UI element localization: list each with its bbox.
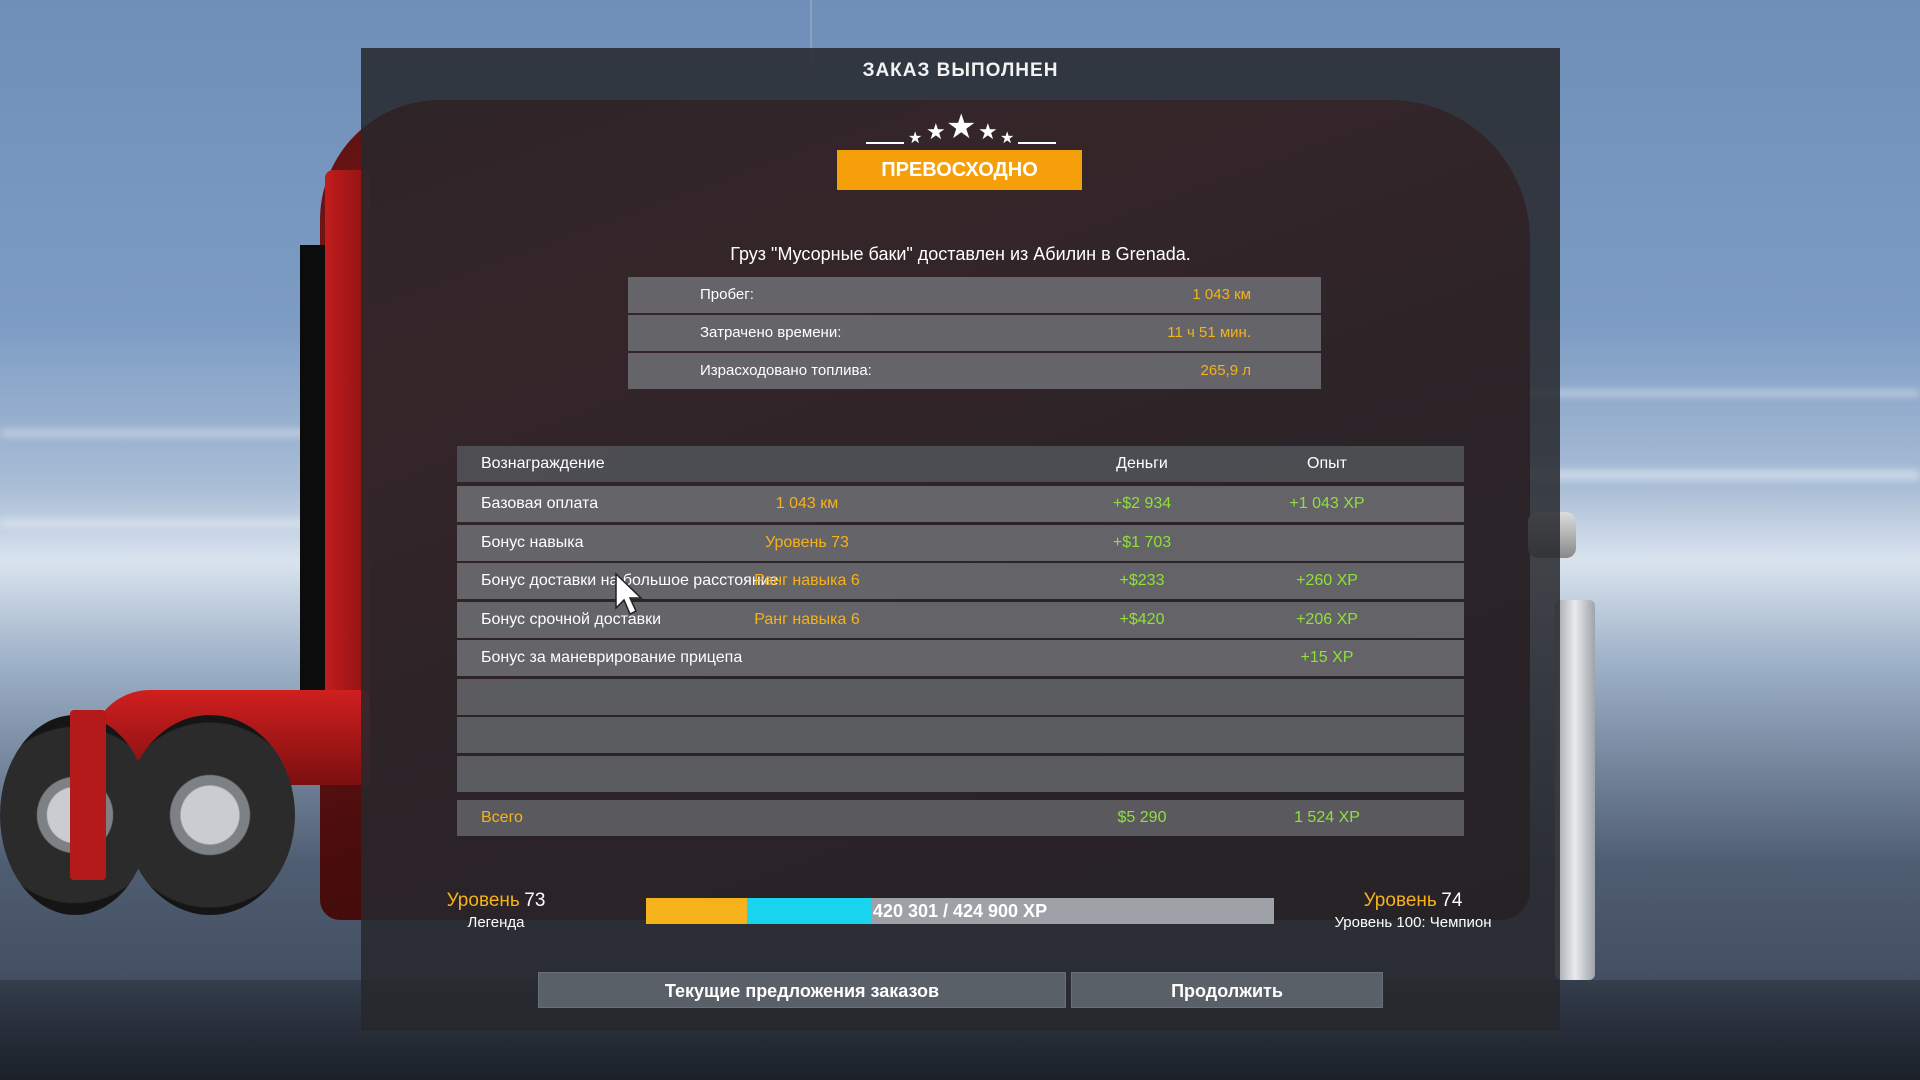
stat-label: Израсходовано топлива: bbox=[700, 362, 872, 379]
reward-xp: +260 XP bbox=[1296, 572, 1358, 589]
xp-progress-bar: 420 301 / 424 900 XP bbox=[646, 898, 1274, 924]
reward-row-empty bbox=[457, 755, 1464, 792]
reward-row-empty bbox=[457, 717, 1464, 753]
stat-value: 1 043 км bbox=[1192, 286, 1251, 303]
reward-total-row: Всего $5 290 1 524 XP bbox=[457, 799, 1464, 836]
stat-label: Пробег: bbox=[700, 286, 754, 303]
reward-row: Бонус срочной доставки Ранг навыка 6 +$4… bbox=[457, 601, 1464, 638]
total-xp: 1 524 XP bbox=[1294, 808, 1360, 826]
current-level: Уровень 73 Легенда bbox=[421, 890, 571, 931]
stat-row-fuel: Израсходовано топлива: 265,9 л bbox=[628, 353, 1321, 389]
reward-money: +$1 703 bbox=[1112, 533, 1172, 551]
current-level-title: Легенда bbox=[467, 914, 525, 931]
reward-detail: 1 043 км bbox=[775, 495, 839, 512]
rating-stars: ★ ★ ★ ★ ★ bbox=[866, 110, 1056, 150]
next-level-number: 74 bbox=[1441, 890, 1463, 911]
reward-row: Бонус за маневрирование прицепа +15 XP bbox=[457, 640, 1464, 676]
reward-name: Бонус за маневрирование прицепа bbox=[481, 649, 743, 666]
stat-row-time: Затрачено времени: 11 ч 51 мин. bbox=[628, 315, 1321, 351]
current-job-offers-button[interactable]: Текущие предложения заказов bbox=[538, 972, 1066, 1008]
reward-row: Бонус навыка Уровень 73 +$1 703 bbox=[457, 524, 1464, 561]
truck-wheel bbox=[0, 715, 150, 915]
reward-detail: Уровень 73 bbox=[765, 533, 849, 551]
truck-fender bbox=[90, 690, 370, 785]
truck-grille bbox=[1555, 600, 1595, 980]
truck-mudflap bbox=[70, 710, 106, 880]
reward-xp: +206 XP bbox=[1296, 610, 1358, 628]
star-icon: ★ bbox=[926, 120, 946, 145]
cargo-summary: Груз "Мусорные баки" доставлен из Абилин… bbox=[730, 244, 1191, 264]
xp-progress-text: 420 301 / 424 900 XP bbox=[872, 901, 1048, 921]
job-completed-panel: ЗАКАЗ ВЫПОЛНЕН ★ ★ ★ ★ ★ ПРЕВОСХОДНО Гру… bbox=[361, 48, 1560, 1031]
reward-row: Бонус доставки на большое расстояние Ран… bbox=[457, 563, 1464, 599]
reward-detail: Ранг навыка 6 bbox=[754, 572, 860, 589]
star-icon: ★ bbox=[908, 128, 923, 147]
continue-button[interactable]: Продолжить bbox=[1071, 972, 1383, 1008]
current-level-label: Уровень bbox=[446, 890, 520, 911]
reward-row: Базовая оплата 1 043 км +$2 934 +1 043 X… bbox=[457, 486, 1464, 522]
trip-stats: Пробег: 1 043 км Затрачено времени: 11 ч… bbox=[628, 277, 1321, 391]
mouse-cursor-icon bbox=[615, 572, 643, 616]
reward-name: Базовая оплата bbox=[481, 495, 599, 512]
background-cloud bbox=[0, 520, 380, 526]
rewards-table: Вознаграждение Деньги Опыт Базовая оплат… bbox=[457, 446, 1464, 838]
rewards-header-row: Вознаграждение Деньги Опыт bbox=[457, 446, 1464, 482]
rating-line-left bbox=[866, 142, 904, 144]
rating-line-right bbox=[1018, 142, 1056, 144]
total-money: $5 290 bbox=[1117, 808, 1167, 826]
next-level: Уровень 74 Уровень 100: Чемпион bbox=[1293, 890, 1533, 931]
star-icon: ★ bbox=[946, 107, 977, 147]
reward-row-empty bbox=[457, 678, 1464, 715]
stat-row-distance: Пробег: 1 043 км bbox=[628, 277, 1321, 313]
panel-title: ЗАКАЗ ВЫПОЛНЕН bbox=[862, 60, 1059, 81]
next-level-label: Уровень bbox=[1363, 890, 1437, 911]
reward-xp: +1 043 XP bbox=[1289, 495, 1365, 512]
truck-wheel bbox=[125, 715, 295, 915]
stat-value: 265,9 л bbox=[1200, 362, 1251, 379]
stat-label: Затрачено времени: bbox=[700, 324, 842, 341]
reward-detail: Ранг навыка 6 bbox=[754, 610, 860, 628]
reward-name: Бонус навыка bbox=[481, 533, 584, 551]
total-label: Всего bbox=[481, 808, 523, 826]
star-icon: ★ bbox=[1000, 128, 1015, 147]
column-header-reward: Вознаграждение bbox=[481, 455, 605, 472]
star-icon: ★ bbox=[978, 120, 998, 145]
current-level-number: 73 bbox=[524, 890, 546, 911]
next-level-note: Уровень 100: Чемпион bbox=[1334, 914, 1492, 931]
stat-value: 11 ч 51 мин. bbox=[1167, 324, 1251, 341]
rating-grade-badge: ПРЕВОСХОДНО bbox=[837, 150, 1082, 190]
column-header-xp: Опыт bbox=[1307, 455, 1347, 472]
column-header-money: Деньги bbox=[1116, 455, 1168, 472]
truck-side-panel bbox=[300, 245, 340, 725]
reward-money: +$233 bbox=[1119, 572, 1165, 589]
reward-xp: +15 XP bbox=[1300, 649, 1354, 666]
reward-money: +$420 bbox=[1119, 610, 1165, 628]
reward-money: +$2 934 bbox=[1112, 495, 1172, 512]
